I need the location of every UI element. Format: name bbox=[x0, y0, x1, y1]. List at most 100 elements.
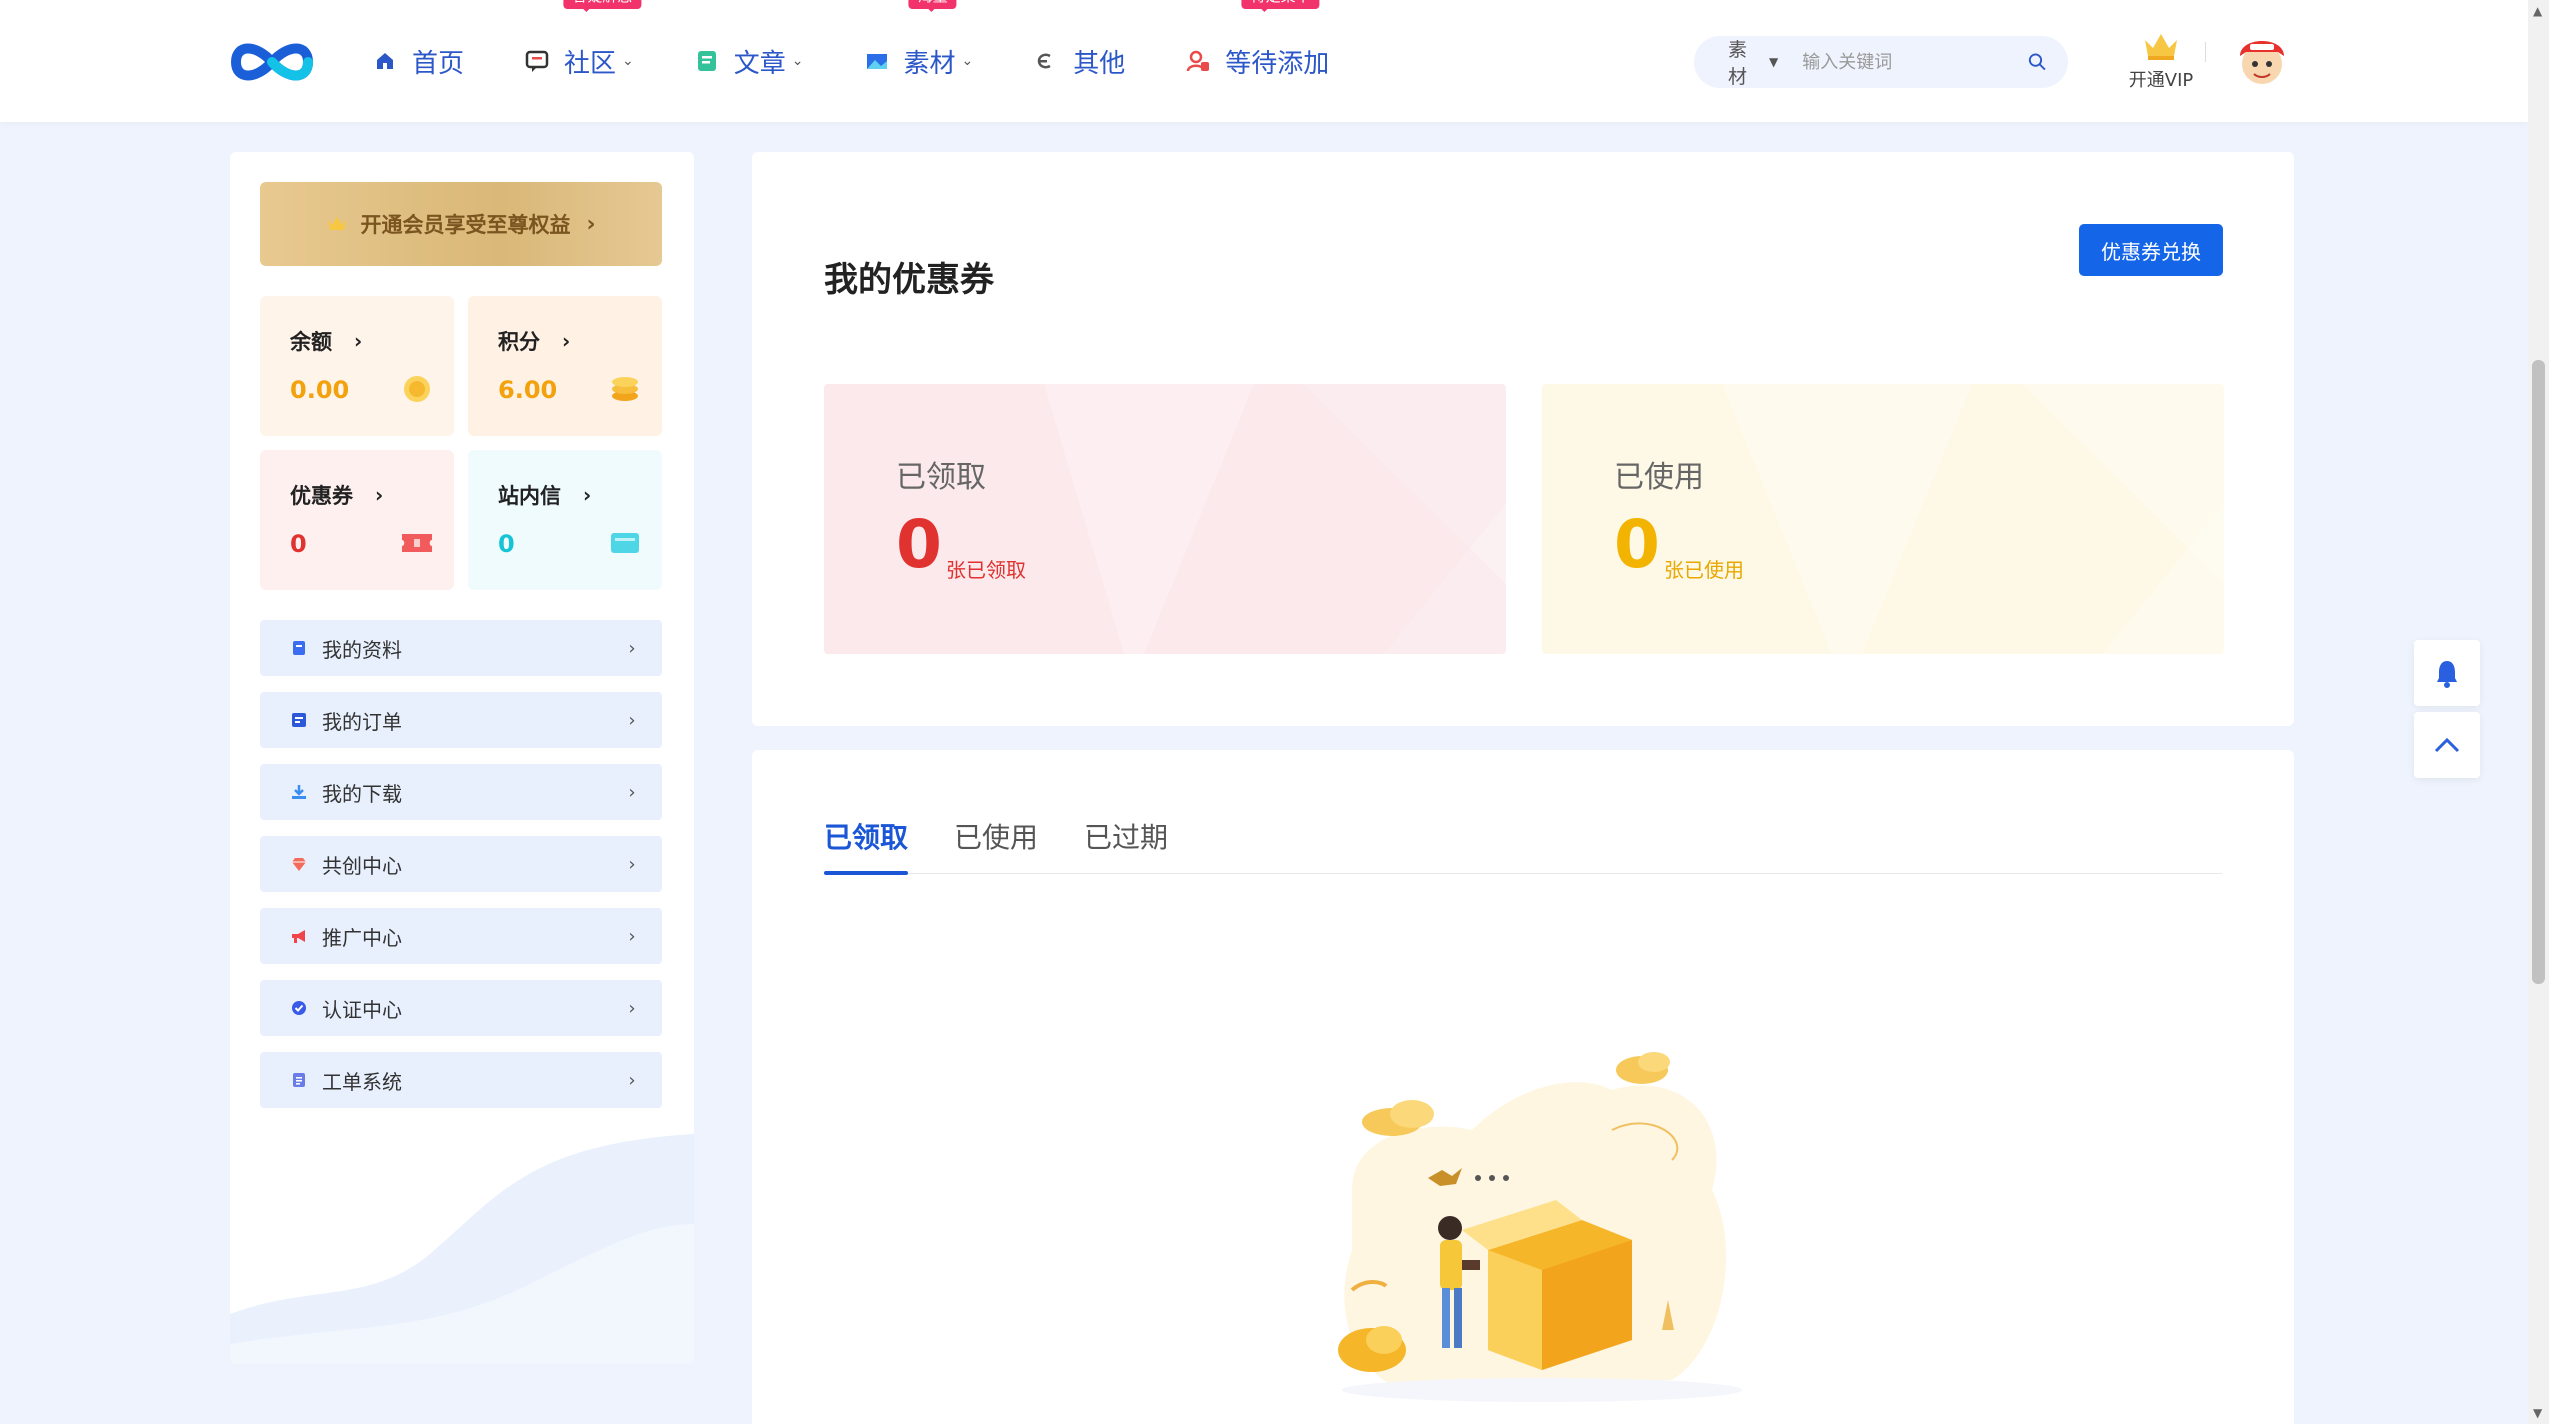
user-avatar[interactable] bbox=[2234, 30, 2290, 90]
received-count: 0 bbox=[896, 506, 942, 583]
qq-contact-button[interactable] bbox=[2414, 640, 2480, 706]
search-bar: 素材 ▼ bbox=[1694, 36, 2068, 88]
sidebar-item-promotion[interactable]: 推广中心 › bbox=[260, 908, 662, 964]
sidebar-item-profile[interactable]: 我的资料 › bbox=[260, 620, 662, 676]
sidebar-item-label: 推广中心 bbox=[322, 925, 402, 950]
download-icon bbox=[292, 785, 306, 799]
tab-expired[interactable]: 已过期 bbox=[1084, 810, 1168, 874]
sidebar-item-certification[interactable]: 认证中心 › bbox=[260, 980, 662, 1036]
stat-messages-value: 0 bbox=[498, 530, 515, 558]
chevron-right-icon: › bbox=[354, 329, 363, 353]
received-label: 已领取 bbox=[896, 460, 986, 495]
nav-article[interactable]: 文章 ⌄ bbox=[694, 31, 804, 91]
redeem-coupon-button[interactable]: 优惠券兑换 bbox=[2079, 224, 2223, 276]
scroll-down-icon[interactable]: ▼ bbox=[2533, 1406, 2542, 1420]
sidebar-item-label: 共创中心 bbox=[322, 853, 402, 878]
vip-banner-text: 开通会员享受至尊权益 bbox=[360, 213, 571, 237]
stat-coupons-label: 优惠券 bbox=[290, 484, 353, 508]
scrollbar-thumb[interactable] bbox=[2532, 360, 2545, 984]
page-scrollbar[interactable]: ▲ ▼ bbox=[2528, 0, 2549, 1424]
nav-home-label: 首页 bbox=[412, 48, 465, 79]
tab-received[interactable]: 已领取 bbox=[824, 810, 909, 875]
material-icon bbox=[866, 54, 887, 69]
sidebar-item-label: 我的下载 bbox=[322, 781, 402, 806]
ticket-icon bbox=[293, 1073, 305, 1087]
nav-home[interactable]: 首页 bbox=[372, 31, 464, 91]
nav-material[interactable]: 海量 素材 ⌄ bbox=[864, 0, 974, 91]
crown-icon bbox=[2145, 34, 2177, 60]
top-navbar: 首页 答疑解惑 社区 ⌄ 文章 ⌄ 海量 素材 ⌄ 其他 待定菜单 等待添加 bbox=[0, 0, 2528, 122]
vip-entry[interactable]: 开通VIP bbox=[2124, 30, 2198, 92]
stat-points-value: 6.00 bbox=[498, 376, 558, 404]
nav-pending[interactable]: 待定菜单 等待添加 bbox=[1185, 0, 1329, 91]
search-category-select[interactable]: 素材 ▼ bbox=[1728, 35, 1778, 89]
stat-messages-label: 站内信 bbox=[498, 484, 561, 508]
sidebar-item-tickets[interactable]: 工单系统 › bbox=[260, 1052, 662, 1108]
sidebar-item-label: 认证中心 bbox=[322, 997, 402, 1022]
search-input[interactable] bbox=[1802, 42, 2028, 82]
nav-pending-badge: 待定菜单 bbox=[1241, 0, 1320, 12]
cocreate-icon bbox=[292, 858, 306, 871]
chevron-right-icon: › bbox=[586, 211, 596, 237]
nav-other[interactable]: 其他 bbox=[1033, 31, 1125, 91]
back-to-top-button[interactable] bbox=[2414, 712, 2480, 778]
header-divider bbox=[2205, 42, 2206, 62]
coupon-list-card: 已领取 已使用 已过期 bbox=[752, 750, 2294, 1424]
chevron-right-icon: › bbox=[628, 637, 636, 659]
chevron-down-icon: ⌄ bbox=[622, 53, 634, 69]
tab-used[interactable]: 已使用 bbox=[954, 810, 1038, 874]
sidebar-item-cocreate[interactable]: 共创中心 › bbox=[260, 836, 662, 892]
site-logo[interactable] bbox=[228, 36, 316, 88]
sidebar-item-downloads[interactable]: 我的下载 › bbox=[260, 764, 662, 820]
used-label: 已使用 bbox=[1614, 460, 1704, 495]
chevron-right-icon: › bbox=[375, 483, 384, 507]
user-sidebar: 开通会员享受至尊权益 › 余额 › 0.00 积分 › 6.00 优惠券 › 0 站内… bbox=[230, 152, 694, 1364]
search-category-label: 素材 bbox=[1728, 39, 1748, 88]
chevron-right-icon: › bbox=[628, 853, 636, 875]
chevron-right-icon: › bbox=[628, 709, 636, 731]
community-icon bbox=[525, 50, 549, 72]
chevron-right-icon: › bbox=[628, 1069, 636, 1091]
chevron-up-icon bbox=[2434, 737, 2460, 753]
used-unit: 张已使用 bbox=[1664, 558, 1744, 582]
empty-state-illustration bbox=[1338, 1052, 1742, 1402]
article-icon bbox=[697, 51, 716, 71]
nav-material-label: 素材 bbox=[903, 48, 956, 79]
stat-coupons[interactable]: 优惠券 › 0 bbox=[260, 450, 454, 590]
sidebar-item-label: 我的资料 bbox=[322, 637, 402, 662]
chevron-down-icon: ⌄ bbox=[961, 53, 974, 69]
stat-balance[interactable]: 余额 › 0.00 bbox=[260, 296, 454, 436]
nav-article-label: 文章 bbox=[733, 48, 786, 79]
stat-messages[interactable]: 站内信 › 0 bbox=[468, 450, 662, 590]
stat-balance-label: 余额 bbox=[290, 330, 332, 354]
search-icon[interactable] bbox=[2027, 51, 2048, 73]
vip-banner[interactable]: 开通会员享受至尊权益 › bbox=[260, 182, 662, 266]
message-icon bbox=[611, 533, 639, 553]
sidebar-menu: 我的资料 › 我的订单 › 我的下载 › 共创中心 › 推广中心 › 认证中心 … bbox=[260, 620, 662, 1124]
received-unit: 张已领取 bbox=[946, 558, 1026, 582]
bell-icon bbox=[2437, 661, 2457, 688]
profile-icon bbox=[293, 641, 305, 655]
nav-other-label: 其他 bbox=[1073, 48, 1126, 79]
page-title: 我的优惠券 bbox=[824, 260, 994, 300]
coin-icon bbox=[404, 376, 430, 402]
chevron-right-icon: › bbox=[562, 329, 571, 353]
scroll-up-icon[interactable]: ▲ bbox=[2533, 4, 2542, 18]
sidebar-wave-decoration bbox=[230, 1134, 694, 1364]
nav-community-badge: 答疑解惑 bbox=[563, 0, 642, 12]
order-icon bbox=[292, 713, 306, 727]
stat-coupons-value: 0 bbox=[290, 530, 307, 558]
other-icon bbox=[1038, 53, 1051, 69]
chevron-right-icon: › bbox=[583, 483, 592, 507]
chevron-down-icon: ▼ bbox=[1769, 55, 1779, 69]
chevron-right-icon: › bbox=[628, 997, 636, 1019]
chevron-down-icon: ⌄ bbox=[791, 53, 804, 69]
sidebar-item-orders[interactable]: 我的订单 › bbox=[260, 692, 662, 748]
home-icon bbox=[377, 53, 393, 69]
crown-icon bbox=[328, 217, 347, 230]
stat-points[interactable]: 积分 › 6.00 bbox=[468, 296, 662, 436]
coupon-icon bbox=[402, 534, 432, 552]
received-coupons-panel: 已领取 0 张已领取 bbox=[824, 384, 1506, 654]
nav-community[interactable]: 答疑解惑 社区 ⌄ bbox=[524, 0, 642, 91]
sidebar-item-label: 工单系统 bbox=[322, 1069, 402, 1094]
